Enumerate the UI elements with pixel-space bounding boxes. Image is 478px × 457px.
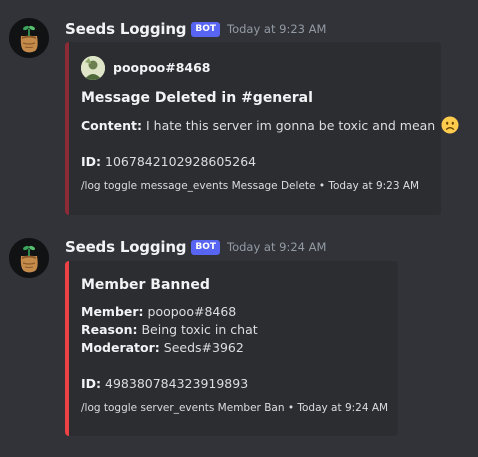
reason-value: Being toxic in chat	[141, 322, 258, 337]
message-header: Seeds Logging BOT Today at 9:23 AM	[65, 18, 326, 40]
username[interactable]: Seeds Logging	[65, 20, 187, 38]
frowning-face-icon	[441, 116, 459, 134]
embed-member-banned: Member Banned Member: poopoo#8468 Reason…	[65, 261, 398, 436]
embed-author-name[interactable]: poopoo#8468	[113, 59, 211, 77]
embed-footer: /log toggle message_events Message Delet…	[81, 180, 420, 192]
content-label: Content:	[81, 118, 142, 133]
embed-id-line: ID: 1067842102928605264	[81, 153, 429, 171]
embed-reason-line: Reason: Being toxic in chat	[81, 321, 386, 339]
moderator-value: Seeds#3962	[163, 340, 244, 355]
id-value: 1067842102928605264	[105, 154, 257, 169]
content-text: I hate this server im gonna be toxic and…	[145, 118, 436, 133]
embed-message-deleted: poopoo#8468 Message Deleted in #general …	[65, 42, 459, 215]
embed-content-line: Content: I hate this server im gonna be …	[81, 116, 459, 135]
bot-tag: BOT	[191, 239, 220, 255]
username[interactable]: Seeds Logging	[65, 238, 187, 256]
bot-tag: BOT	[191, 21, 220, 37]
seed-bag-icon[interactable]	[9, 238, 49, 278]
embed-title: Member Banned	[81, 277, 210, 293]
seed-bag-icon[interactable]	[9, 18, 49, 58]
reason-label: Reason:	[81, 322, 138, 337]
embed-member-line: Member: poopoo#8468	[81, 303, 386, 321]
id-value: 498380784323919893	[105, 376, 249, 391]
timestamp[interactable]: Today at 9:24 AM	[227, 240, 326, 254]
id-label: ID:	[81, 154, 102, 169]
member-label: Member:	[81, 304, 144, 319]
message-header: Seeds Logging BOT Today at 9:24 AM	[65, 236, 326, 258]
user-avatar-icon	[81, 56, 105, 80]
moderator-label: Moderator:	[81, 340, 160, 355]
embed-moderator-line: Moderator: Seeds#3962	[81, 339, 386, 357]
embed-author: poopoo#8468	[81, 56, 429, 80]
embed-id-line: ID: 498380784323919893	[81, 375, 386, 393]
embed-title: Message Deleted in #general	[81, 90, 313, 106]
member-value: poopoo#8468	[147, 304, 237, 319]
id-label: ID:	[81, 376, 102, 391]
embed-footer: /log toggle server_events Member Ban • T…	[81, 402, 389, 414]
timestamp[interactable]: Today at 9:23 AM	[227, 22, 326, 36]
